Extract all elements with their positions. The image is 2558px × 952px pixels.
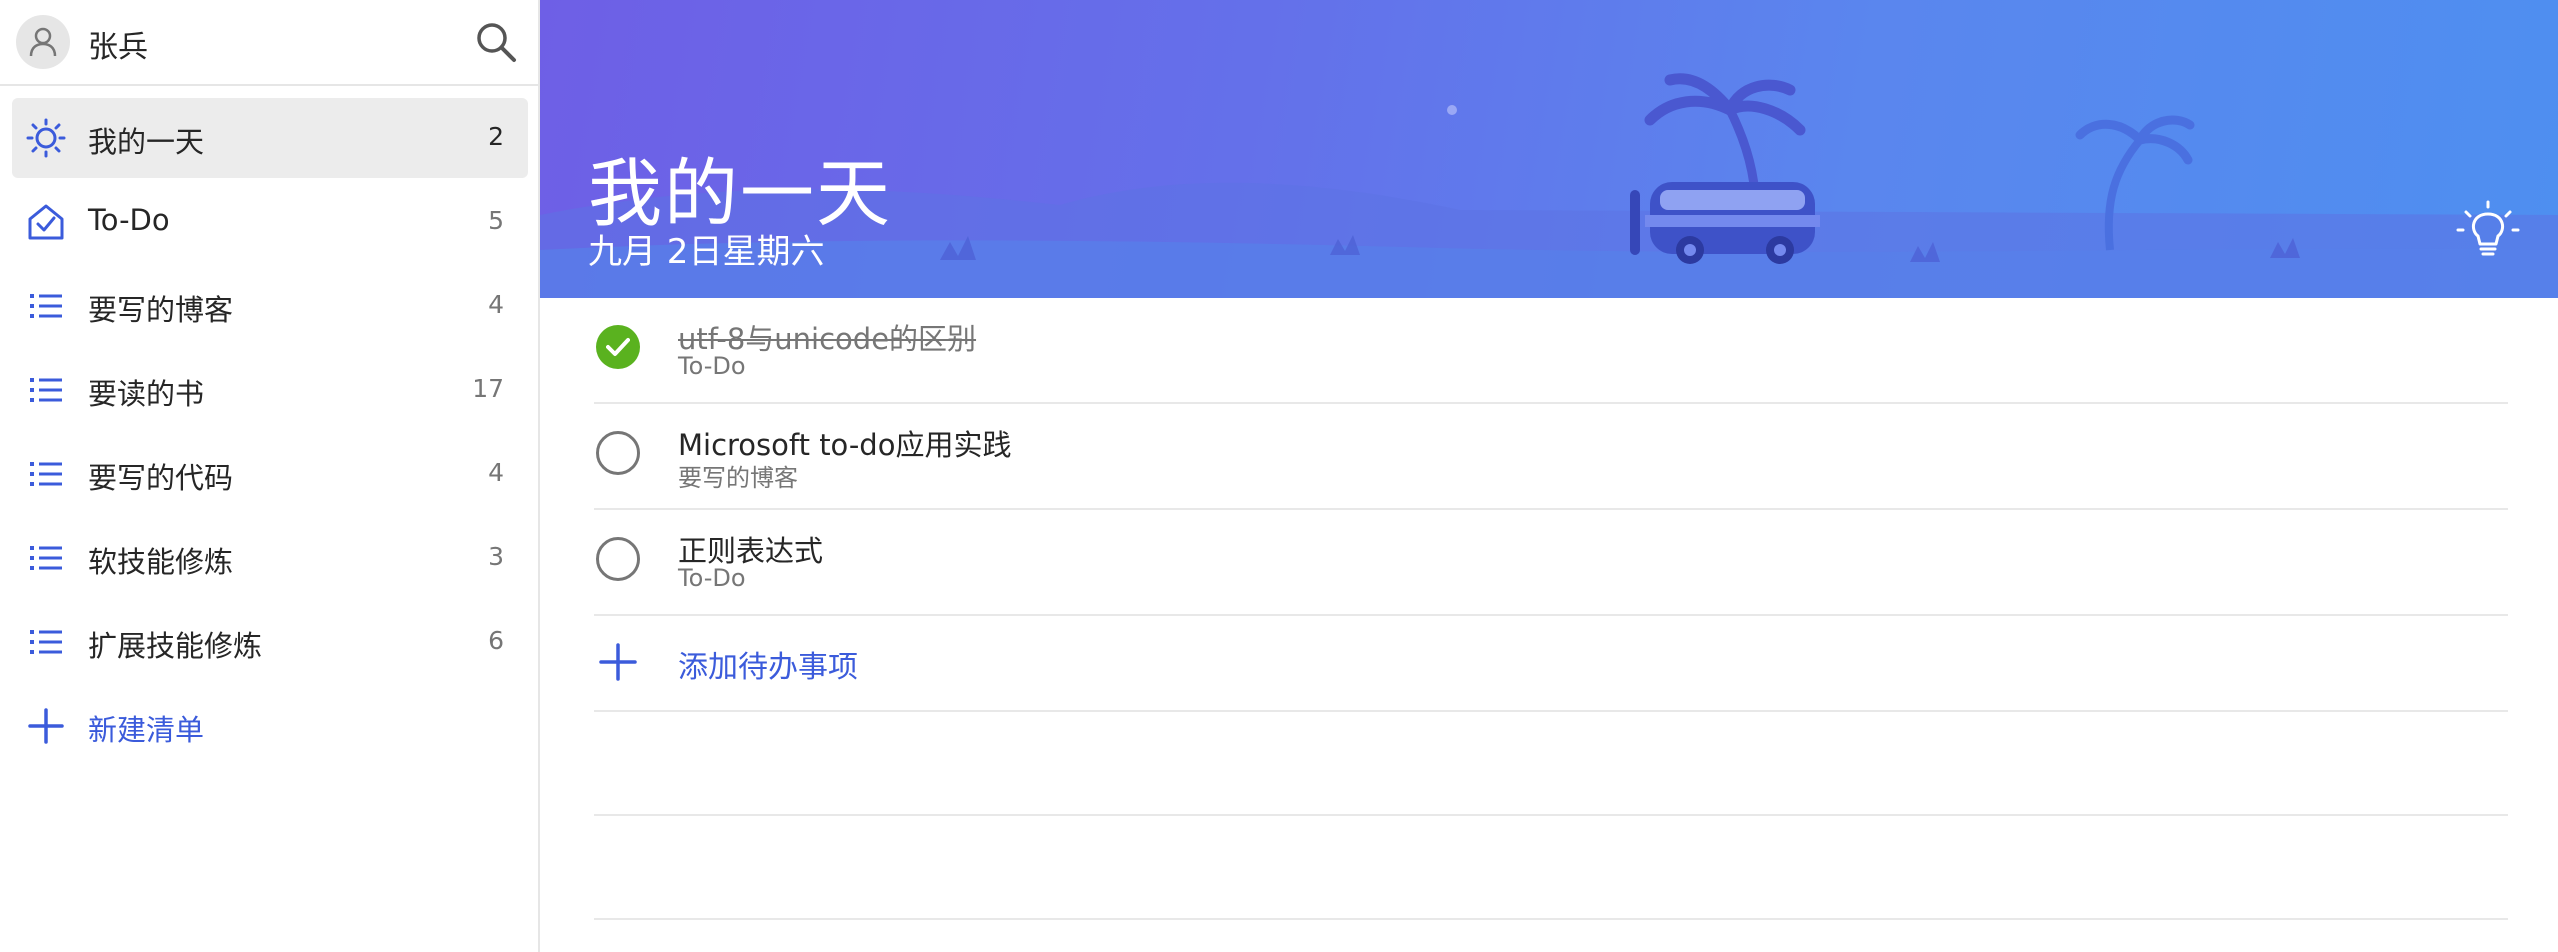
checkmark-icon xyxy=(606,338,630,356)
sidebar-item-todo[interactable]: To-Do 5 xyxy=(12,182,528,262)
sidebar-item-code[interactable]: 要写的代码 4 xyxy=(12,434,528,514)
app-window: 张兵 我的一天 2 To-Do 5 要写的博客 4 要读的书 17 要写的代码 … xyxy=(0,0,2558,952)
sidebar-item-count: 4 xyxy=(488,290,504,319)
lightbulb-icon xyxy=(2456,200,2520,256)
sidebar-item-my-day[interactable]: 我的一天 2 xyxy=(12,98,528,178)
sidebar-item-label: 软技能修炼 xyxy=(88,545,234,579)
page-date: 九月 2日星期六 xyxy=(588,232,825,272)
search-icon xyxy=(477,23,516,62)
sidebar-item-count: 4 xyxy=(488,458,504,487)
task-list-name: 要写的博客 xyxy=(678,464,798,492)
sidebar-item-count: 5 xyxy=(488,206,504,235)
task-list-name: To-Do xyxy=(678,352,746,380)
sidebar-item-count: 2 xyxy=(488,122,504,151)
sidebar: 张兵 我的一天 2 To-Do 5 要写的博客 4 要读的书 17 要写的代码 … xyxy=(0,0,540,952)
list-icon xyxy=(30,546,62,570)
add-task-label: 添加待办事项 xyxy=(678,650,858,685)
sidebar-item-count: 3 xyxy=(488,542,504,571)
sidebar-item-soft-skills[interactable]: 软技能修炼 3 xyxy=(12,518,528,598)
sidebar-item-count: 6 xyxy=(488,626,504,655)
sidebar-item-label: 要写的博客 xyxy=(88,293,234,327)
user-icon xyxy=(29,27,57,57)
task-list-name: To-Do xyxy=(678,564,746,592)
sidebar-item-label: 我的一天 xyxy=(88,125,205,159)
task-complete-checkbox[interactable] xyxy=(596,431,640,475)
user-name[interactable]: 张兵 xyxy=(88,22,148,66)
list-icon xyxy=(30,462,62,486)
list-icon xyxy=(30,294,62,318)
new-list-label: 新建清单 xyxy=(88,713,205,747)
home-check-icon xyxy=(28,204,64,240)
sidebar-item-label: 要读的书 xyxy=(88,377,205,411)
sidebar-item-label: 要写的代码 xyxy=(88,461,234,495)
task-item[interactable]: Microsoft to-do应用实践 要写的博客 xyxy=(594,404,2508,510)
empty-row xyxy=(594,816,2508,920)
plus-icon xyxy=(599,643,637,681)
search-button[interactable] xyxy=(472,18,520,66)
avatar[interactable] xyxy=(16,15,70,69)
suggestions-button[interactable] xyxy=(2456,200,2520,264)
empty-row xyxy=(594,712,2508,816)
list-icon xyxy=(30,378,62,402)
sidebar-item-books[interactable]: 要读的书 17 xyxy=(12,350,528,430)
list-icon xyxy=(30,630,62,654)
task-list: utf-8与unicode的区别 To-Do Microsoft to-do应用… xyxy=(594,298,2508,920)
sidebar-item-count: 17 xyxy=(472,374,504,403)
sidebar-item-extended-skills[interactable]: 扩展技能修炼 6 xyxy=(12,602,528,682)
sidebar-item-label: To-Do xyxy=(88,203,170,237)
add-task-button[interactable]: 添加待办事项 xyxy=(594,616,2508,712)
task-complete-checkbox[interactable] xyxy=(596,325,640,369)
sidebar-item-label: 扩展技能修炼 xyxy=(88,629,263,663)
sidebar-item-blogs[interactable]: 要写的博客 4 xyxy=(12,266,528,346)
task-complete-checkbox[interactable] xyxy=(596,537,640,581)
plus-icon xyxy=(28,708,64,744)
my-day-banner: 我的一天 九月 2日星期六 xyxy=(540,0,2558,298)
sun-icon xyxy=(26,118,66,158)
account-header: 张兵 xyxy=(0,0,538,86)
new-list-button[interactable]: 新建清单 xyxy=(12,686,528,766)
task-item[interactable]: utf-8与unicode的区别 To-Do xyxy=(594,298,2508,404)
task-item[interactable]: 正则表达式 To-Do xyxy=(594,510,2508,616)
